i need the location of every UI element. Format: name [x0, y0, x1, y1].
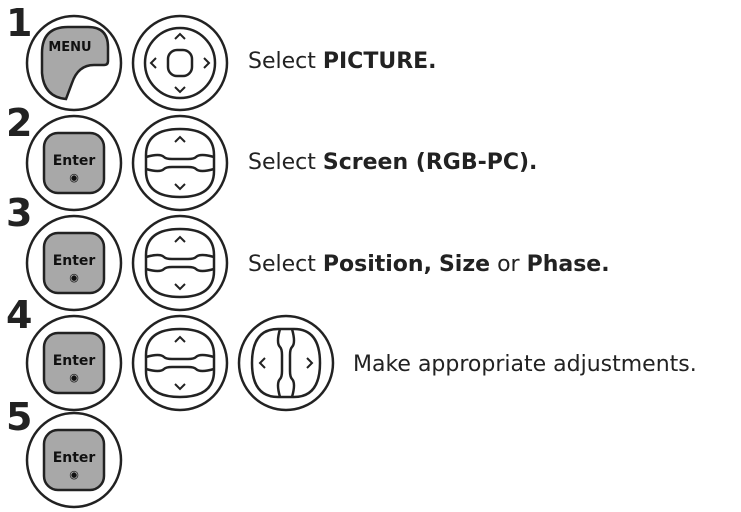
- menu-button[interactable]: MENU: [24, 13, 124, 113]
- enter-key-icon: Enter ◉: [25, 114, 123, 212]
- enter-key-icon: Enter ◉: [25, 411, 123, 509]
- nav-pad-updown-button[interactable]: [130, 213, 230, 313]
- nav-leftright-icon: [237, 314, 335, 412]
- svg-text:Enter: Enter: [53, 353, 96, 369]
- step-2-instruction: Select Screen (RGB-PC).: [248, 150, 538, 175]
- nav-pad-updown-button[interactable]: [130, 113, 230, 213]
- nav-4way-icon: [131, 14, 229, 112]
- menu-key-icon: MENU: [25, 14, 123, 112]
- svg-text:◉: ◉: [69, 171, 79, 184]
- nav-updown-icon: [131, 314, 229, 412]
- enter-key-icon: Enter ◉: [25, 314, 123, 412]
- enter-button[interactable]: Enter ◉: [24, 313, 124, 413]
- enter-button[interactable]: Enter ◉: [24, 113, 124, 213]
- enter-button[interactable]: Enter ◉: [24, 410, 124, 510]
- svg-text:Enter: Enter: [53, 153, 96, 169]
- svg-text:Enter: Enter: [53, 253, 96, 269]
- svg-text:◉: ◉: [69, 371, 79, 384]
- nav-pad-leftright-button[interactable]: [236, 313, 336, 413]
- step-1-instruction: Select PICTURE.: [248, 49, 437, 74]
- svg-text:◉: ◉: [69, 271, 79, 284]
- nav-pad-updown-button[interactable]: [130, 313, 230, 413]
- enter-button[interactable]: Enter ◉: [24, 213, 124, 313]
- nav-updown-icon: [131, 214, 229, 312]
- step-3-instruction: Select Position, Size or Phase.: [248, 252, 610, 277]
- enter-key-icon: Enter ◉: [25, 214, 123, 312]
- step-4-instruction: Make appropriate adjustments.: [353, 352, 697, 377]
- nav-updown-icon: [131, 114, 229, 212]
- svg-text:◉: ◉: [69, 468, 79, 481]
- svg-text:Enter: Enter: [53, 450, 96, 466]
- svg-text:MENU: MENU: [48, 40, 91, 55]
- nav-pad-4way-button[interactable]: [130, 13, 230, 113]
